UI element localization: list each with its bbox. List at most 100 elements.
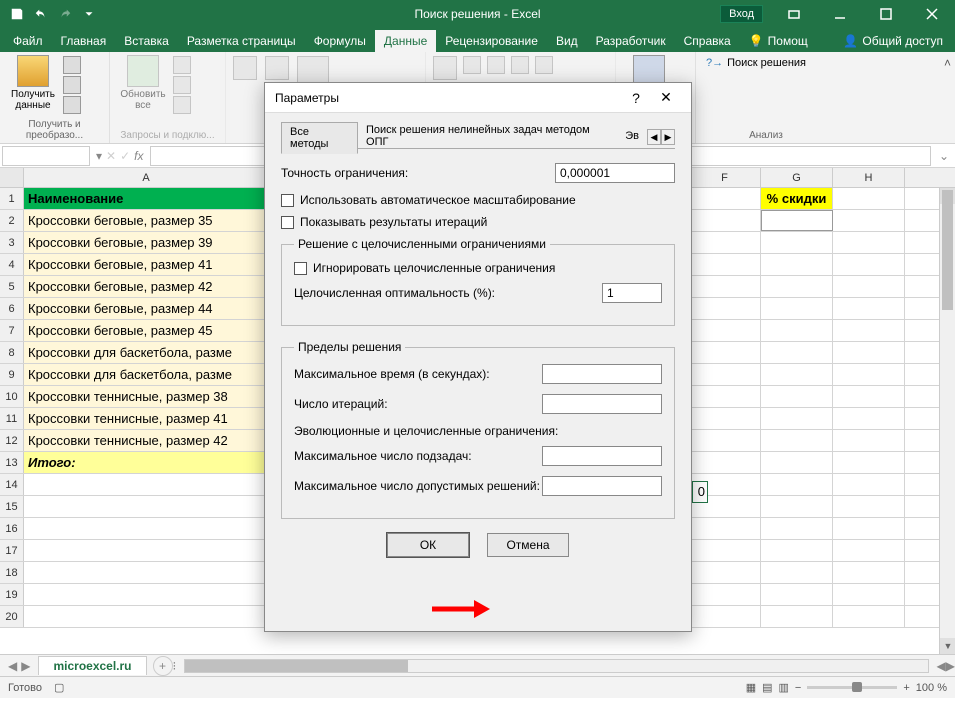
tab-formulas[interactable]: Формулы: [305, 30, 375, 52]
cell-H12[interactable]: [833, 430, 905, 451]
cell-A12[interactable]: Кроссовки теннисные, размер 42: [24, 430, 269, 451]
horizontal-scrollbar[interactable]: [184, 659, 928, 673]
share-button[interactable]: 👤 Общий доступ: [835, 30, 951, 52]
cell-H14[interactable]: [833, 474, 905, 495]
cell-F19[interactable]: [689, 584, 761, 605]
tab-insert[interactable]: Вставка: [115, 30, 178, 52]
cell-H17[interactable]: [833, 540, 905, 561]
cell-H3[interactable]: [833, 232, 905, 253]
scroll-left-icon[interactable]: ◀: [937, 659, 946, 673]
vertical-scrollbar[interactable]: ▲ ▼: [939, 188, 955, 654]
save-icon[interactable]: [6, 3, 28, 25]
zoom-out-icon[interactable]: −: [795, 682, 801, 694]
max-feasible-input[interactable]: [542, 476, 662, 496]
cell-A15[interactable]: [24, 496, 269, 517]
cell-H4[interactable]: [833, 254, 905, 275]
view-normal-icon[interactable]: ▦: [746, 681, 756, 694]
cell-A20[interactable]: [24, 606, 269, 627]
row-header-12[interactable]: 12: [0, 430, 24, 451]
from-web-icon[interactable]: [63, 76, 81, 94]
solver-button[interactable]: ?→ Поиск решения: [702, 55, 830, 71]
show-iterations-checkbox[interactable]: [281, 216, 294, 229]
scroll-thumb-h[interactable]: [185, 660, 408, 672]
tab-view[interactable]: Вид: [547, 30, 587, 52]
row-header-11[interactable]: 11: [0, 408, 24, 429]
tab-developer[interactable]: Разработчик: [587, 30, 675, 52]
sort-az-icon[interactable]: [233, 56, 257, 80]
from-table-icon[interactable]: [63, 96, 81, 114]
redo-icon[interactable]: [54, 3, 76, 25]
cell-A4[interactable]: Кроссовки беговые, размер 41: [24, 254, 269, 275]
scroll-thumb-v[interactable]: [942, 190, 953, 310]
cell-G19[interactable]: [761, 584, 833, 605]
cell-F8[interactable]: [689, 342, 761, 363]
dialog-close-icon[interactable]: ✕: [651, 89, 681, 106]
row-header-15[interactable]: 15: [0, 496, 24, 517]
view-break-icon[interactable]: ▥: [779, 681, 789, 694]
cell-H18[interactable]: [833, 562, 905, 583]
get-data-button[interactable]: Получить данные: [6, 55, 60, 111]
cell-A8[interactable]: Кроссовки для баскетбола, разме: [24, 342, 269, 363]
sheet-next-icon[interactable]: ▶: [21, 659, 30, 673]
cancel-formula-icon[interactable]: ✕: [106, 149, 116, 163]
cell-A9[interactable]: Кроссовки для баскетбола, разме: [24, 364, 269, 385]
maximize-icon[interactable]: [863, 0, 909, 28]
scroll-down-icon[interactable]: ▼: [940, 638, 955, 654]
cell-A3[interactable]: Кроссовки беговые, размер 39: [24, 232, 269, 253]
data-validation-icon[interactable]: [511, 56, 529, 74]
cell-A13[interactable]: Итого:: [24, 452, 269, 473]
cell-H9[interactable]: [833, 364, 905, 385]
cell-G8[interactable]: [761, 342, 833, 363]
row-header-5[interactable]: 5: [0, 276, 24, 297]
dialog-help-icon[interactable]: ?: [621, 90, 651, 106]
cell-F16[interactable]: [689, 518, 761, 539]
cell-G4[interactable]: [761, 254, 833, 275]
cell-H1[interactable]: [833, 188, 905, 209]
cell-G12[interactable]: [761, 430, 833, 451]
dialog-title-bar[interactable]: Параметры ? ✕: [265, 83, 691, 113]
cell-A7[interactable]: Кроссовки беговые, размер 45: [24, 320, 269, 341]
tab-all-methods[interactable]: Все методы: [281, 122, 358, 154]
fx-icon[interactable]: fx: [134, 149, 143, 163]
tab-evolutionary[interactable]: Эв: [617, 127, 647, 146]
ribbon-display-icon[interactable]: [771, 0, 817, 28]
cell-G14[interactable]: [761, 474, 833, 495]
tab-scroll-right-icon[interactable]: ▶: [661, 129, 675, 145]
minimize-icon[interactable]: [817, 0, 863, 28]
cell-F9[interactable]: [689, 364, 761, 385]
cell-A14[interactable]: [24, 474, 269, 495]
zoom-in-icon[interactable]: +: [903, 682, 909, 694]
expand-formula-icon[interactable]: ⌄: [933, 149, 955, 163]
precision-input[interactable]: [555, 163, 675, 183]
row-header-2[interactable]: 2: [0, 210, 24, 231]
cell-G20[interactable]: [761, 606, 833, 627]
cell-G18[interactable]: [761, 562, 833, 583]
cell-A6[interactable]: Кроссовки беговые, размер 44: [24, 298, 269, 319]
cell-A5[interactable]: Кроссовки беговые, размер 42: [24, 276, 269, 297]
cell-H5[interactable]: [833, 276, 905, 297]
row-header-9[interactable]: 9: [0, 364, 24, 385]
cell-H7[interactable]: [833, 320, 905, 341]
edit-links-icon[interactable]: [173, 96, 191, 114]
cell-H11[interactable]: [833, 408, 905, 429]
row-header-20[interactable]: 20: [0, 606, 24, 627]
from-text-icon[interactable]: [63, 56, 81, 74]
cell-F3[interactable]: [689, 232, 761, 253]
integer-optimality-input[interactable]: [602, 283, 662, 303]
cell-A11[interactable]: Кроссовки теннисные, размер 41: [24, 408, 269, 429]
max-time-input[interactable]: [542, 364, 662, 384]
cell-F20[interactable]: [689, 606, 761, 627]
col-header-G[interactable]: G: [761, 168, 833, 187]
cell-F18[interactable]: [689, 562, 761, 583]
name-box[interactable]: [2, 146, 90, 166]
tell-me[interactable]: 💡 Помощ: [740, 30, 817, 52]
cell-A10[interactable]: Кроссовки теннисные, размер 38: [24, 386, 269, 407]
cell-F2[interactable]: [689, 210, 761, 231]
cell-H8[interactable]: [833, 342, 905, 363]
cell-G16[interactable]: [761, 518, 833, 539]
cell-G13[interactable]: [761, 452, 833, 473]
tab-home[interactable]: Главная: [52, 30, 116, 52]
tab-scroll-left-icon[interactable]: ◀: [647, 129, 661, 145]
max-subproblems-input[interactable]: [542, 446, 662, 466]
remove-duplicates-icon[interactable]: [487, 56, 505, 74]
